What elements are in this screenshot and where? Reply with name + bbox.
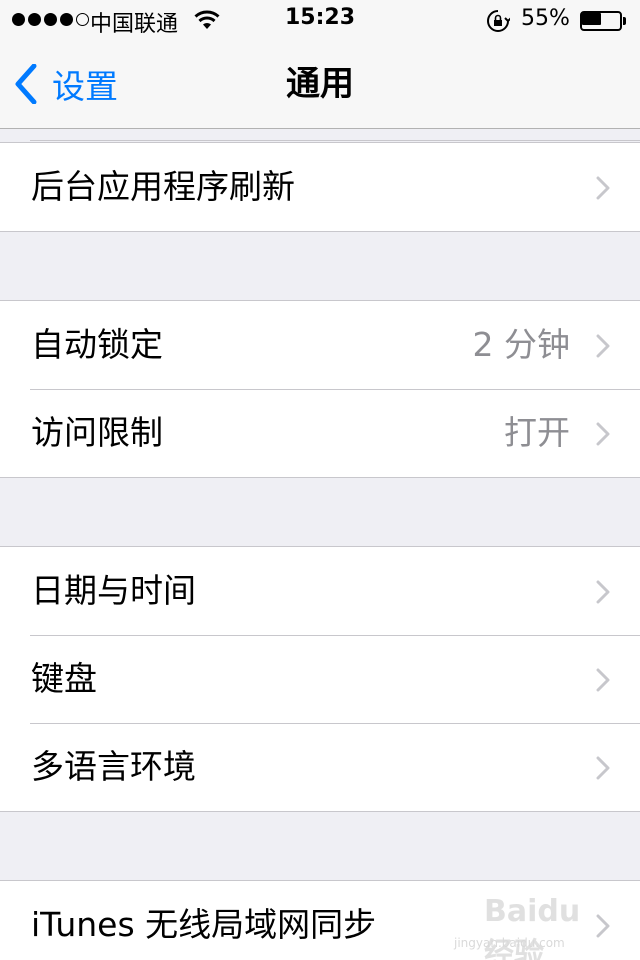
settings-group: 日期与时间 键盘 多语言环境 <box>0 546 640 812</box>
settings-group: 后台应用程序刷新 <box>0 142 640 232</box>
battery-percent: 55% <box>521 6 570 31</box>
baidu-jingyan-watermark: Baidu 经验 jingyan.baidu.com <box>454 890 614 960</box>
rotation-lock-icon <box>486 9 512 39</box>
row-auto-lock[interactable]: 自动锁定 2 分钟 <box>0 301 640 389</box>
row-date-time[interactable]: 日期与时间 <box>0 547 640 635</box>
chevron-right-icon <box>596 422 610 446</box>
chevron-right-icon <box>596 756 610 780</box>
chevron-right-icon <box>596 176 610 200</box>
settings-general-screen: 中国联通 15:23 55% 设置 通用 后台应用程序刷新 自动锁定 2 分钟 … <box>0 0 640 960</box>
row-keyboard[interactable]: 键盘 <box>0 635 640 723</box>
row-international[interactable]: 多语言环境 <box>0 723 640 811</box>
row-value: 打开 <box>504 413 570 452</box>
battery-icon <box>580 11 628 31</box>
row-label: 自动锁定 <box>31 325 163 364</box>
divider <box>30 140 640 141</box>
row-label: 多语言环境 <box>31 747 196 786</box>
row-restrictions[interactable]: 访问限制 打开 <box>0 389 640 477</box>
battery-tip <box>623 17 626 25</box>
chevron-right-icon <box>596 668 610 692</box>
row-value: 2 分钟 <box>472 325 571 364</box>
row-label: 后台应用程序刷新 <box>31 167 295 206</box>
settings-group: 自动锁定 2 分钟 访问限制 打开 <box>0 300 640 478</box>
status-bar: 中国联通 15:23 55% <box>0 0 640 40</box>
chevron-right-icon <box>596 334 610 358</box>
row-background-app-refresh[interactable]: 后台应用程序刷新 <box>0 143 640 231</box>
battery-fill <box>582 13 601 25</box>
row-label: iTunes 无线局域网同步 <box>31 905 377 944</box>
row-label: 日期与时间 <box>31 571 196 610</box>
navigation-bar: 设置 通用 <box>0 40 640 129</box>
row-label: 访问限制 <box>31 413 163 452</box>
watermark-url: jingyan.baidu.com <box>454 936 565 950</box>
page-title: 通用 <box>286 64 354 104</box>
watermark-brand: Baidu 经验 <box>484 894 581 960</box>
row-label: 键盘 <box>31 659 97 698</box>
chevron-right-icon <box>596 580 610 604</box>
